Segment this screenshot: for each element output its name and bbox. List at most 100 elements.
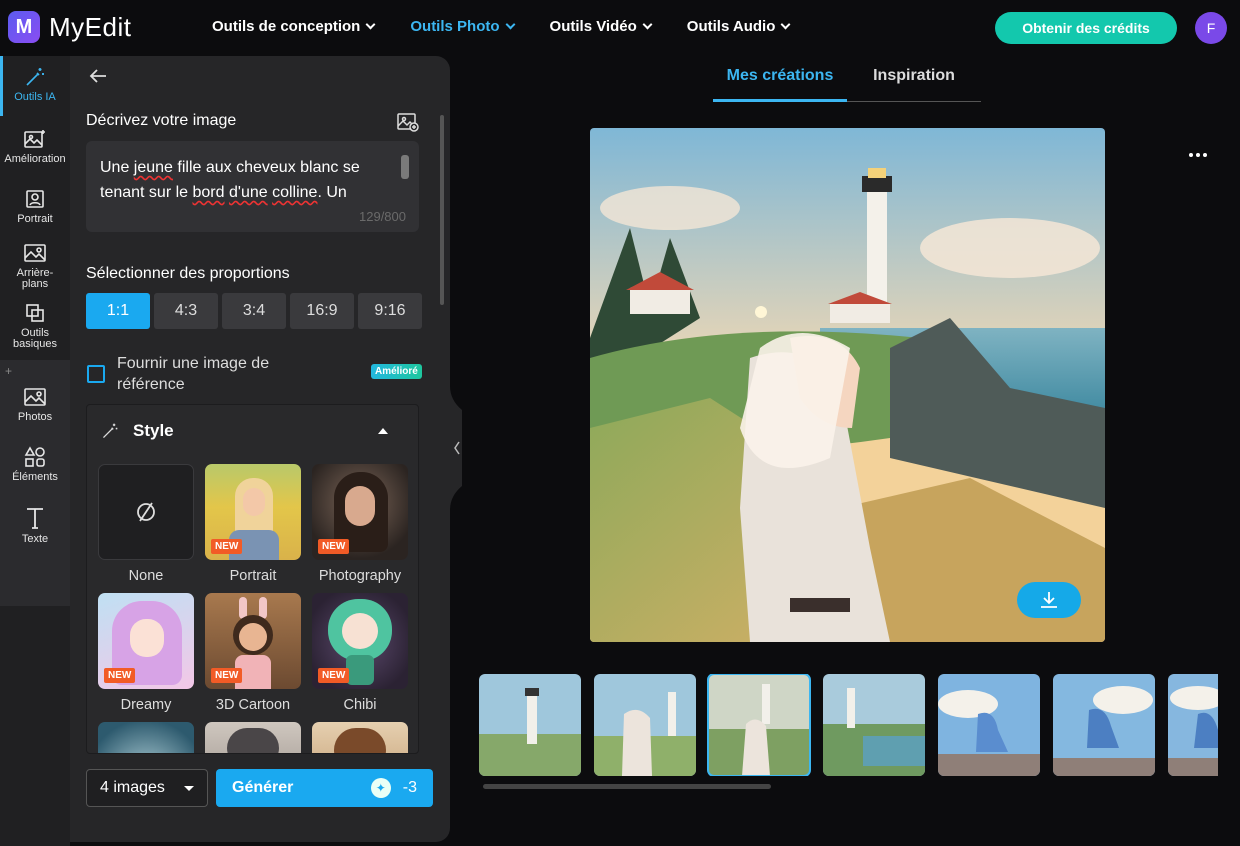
style-thumbnail: NEW (312, 593, 408, 689)
back-arrow-icon[interactable] (88, 66, 108, 91)
chevron-down-icon (505, 19, 515, 30)
plus-icon[interactable]: + (5, 364, 12, 378)
rail-item-basic-tools[interactable]: Outils basiques (0, 302, 70, 350)
prompt-segment: . Un (317, 184, 347, 201)
prompt-segment: colline (272, 184, 318, 201)
image-count-value: 4 images (100, 779, 165, 796)
prompt-scrollbar[interactable] (401, 155, 409, 179)
generate-button[interactable]: Générer ✦ -3 (216, 769, 433, 807)
reference-image-checkbox[interactable] (87, 365, 105, 383)
shapes-icon (24, 446, 45, 467)
tool-rail: + Outils IA Amélioration Portrait Arrièr… (0, 56, 70, 846)
style-thumbnail: NEW (98, 593, 194, 689)
ratio-selector: 1:1 4:3 3:4 16:9 9:16 (86, 293, 422, 329)
thumbnail[interactable] (823, 674, 925, 776)
rail-label: Outils IA (14, 91, 56, 103)
thumbnail-selected[interactable] (707, 674, 811, 776)
image-upload-icon[interactable] (396, 111, 420, 138)
style-name: Photography (318, 568, 402, 584)
result-tabs: Mes créations Inspiration (713, 67, 981, 102)
prompt-segment: jeune (133, 159, 173, 176)
get-credits-button[interactable]: Obtenir des crédits (995, 12, 1177, 44)
generated-image-preview (590, 128, 1105, 642)
rail-item-portrait[interactable]: Portrait (0, 188, 70, 225)
collapse-panel-tab[interactable] (450, 386, 466, 510)
prompt-text: Une jeune fille aux cheveux blanc se ten… (100, 155, 379, 205)
nav-design-tools[interactable]: Outils de conception (212, 18, 376, 35)
style-tile-photography[interactable]: NEW Photography (312, 464, 408, 584)
magic-wand-icon (102, 423, 118, 439)
nav-audio-tools[interactable]: Outils Audio (686, 18, 791, 35)
rail-label: Photos (17, 411, 53, 423)
thumbnail[interactable] (938, 674, 1040, 776)
top-bar: M MyEdit Outils de conception Outils Pho… (0, 0, 1240, 56)
new-badge: NEW (211, 539, 243, 554)
reference-image-label: Fournir une image de référence (117, 355, 270, 393)
ratio-9-16[interactable]: 9:16 (358, 293, 422, 329)
crop-icon (26, 304, 44, 322)
new-badge: NEW (211, 668, 243, 683)
style-tile-none[interactable]: None (98, 464, 194, 584)
style-thumbnail (98, 722, 194, 753)
nav-label: Outils Audio (686, 18, 776, 35)
thumbnail-scrollbar[interactable] (483, 784, 771, 789)
style-name: Dreamy (120, 697, 172, 713)
style-tile-3d-cartoon[interactable]: NEW 3D Cartoon (205, 593, 301, 713)
rail-item-backgrounds[interactable]: Arrière-plans (0, 242, 70, 290)
style-tile-dreamy[interactable]: NEW Dreamy (98, 593, 194, 713)
thumbnail[interactable] (479, 674, 581, 776)
image-sparkle-icon (24, 130, 45, 148)
thumbnail[interactable] (594, 674, 696, 776)
more-options-icon[interactable] (1188, 145, 1208, 163)
rail-item-photos[interactable]: Photos (0, 386, 70, 423)
rail-label: Amélioration (4, 153, 66, 165)
credit-cost: ✦ -3 (370, 778, 417, 798)
style-thumbnail: NEW (205, 593, 301, 689)
app-logo[interactable]: M MyEdit (8, 11, 131, 43)
style-thumbnail (312, 722, 408, 753)
style-header[interactable]: Style (101, 421, 174, 441)
nav-label: Outils Photo (410, 18, 500, 35)
thumbnail-strip (479, 674, 1218, 776)
tab-my-creations[interactable]: Mes créations (713, 67, 847, 102)
improved-badge: Amélioré (371, 364, 422, 379)
ratio-label: Sélectionner des proportions (86, 265, 290, 282)
style-tile-row3-1[interactable] (98, 722, 194, 753)
style-tile-portrait[interactable]: NEW Portrait (205, 464, 301, 584)
chevron-down-icon (780, 19, 791, 30)
nav-video-tools[interactable]: Outils Vidéo (550, 18, 653, 35)
rail-label: Outils basiques (12, 327, 58, 350)
rail-item-elements[interactable]: Éléments (0, 446, 70, 483)
app-name: MyEdit (49, 11, 132, 42)
style-tile-chibi[interactable]: NEW Chibi (312, 593, 408, 713)
tab-inspiration[interactable]: Inspiration (847, 67, 981, 102)
nav-photo-tools[interactable]: Outils Photo (410, 18, 515, 35)
chevron-down-icon (642, 19, 653, 30)
style-tile-row3-3[interactable] (312, 722, 408, 753)
style-name: Chibi (343, 697, 377, 713)
ratio-1-1[interactable]: 1:1 (86, 293, 150, 329)
thumbnail[interactable] (1053, 674, 1155, 776)
panel-scrollbar[interactable] (440, 115, 444, 305)
rail-item-ai-tools[interactable]: Outils IA (0, 66, 70, 103)
prompt-segment: Une (100, 159, 134, 176)
image-count-select[interactable]: 4 images (86, 769, 208, 807)
collapse-caret-icon[interactable] (378, 428, 388, 434)
prompt-segment: bord (192, 184, 225, 201)
logo-mark-icon: M (8, 11, 40, 43)
style-tile-row3-2[interactable] (205, 722, 301, 753)
ratio-3-4[interactable]: 3:4 (222, 293, 286, 329)
ratio-16-9[interactable]: 16:9 (290, 293, 354, 329)
portrait-icon (26, 190, 44, 208)
download-button[interactable] (1017, 582, 1081, 618)
rail-item-enhance[interactable]: Amélioration (0, 128, 70, 165)
rail-item-text[interactable]: Texte (0, 506, 70, 545)
new-badge: NEW (318, 668, 350, 683)
credit-cost-value: -3 (402, 779, 417, 796)
ratio-4-3[interactable]: 4:3 (154, 293, 218, 329)
rail-label: Texte (21, 533, 49, 545)
magic-wand-icon (26, 68, 44, 86)
avatar[interactable]: F (1195, 12, 1227, 44)
text-icon (27, 508, 43, 529)
thumbnail[interactable] (1168, 674, 1218, 776)
